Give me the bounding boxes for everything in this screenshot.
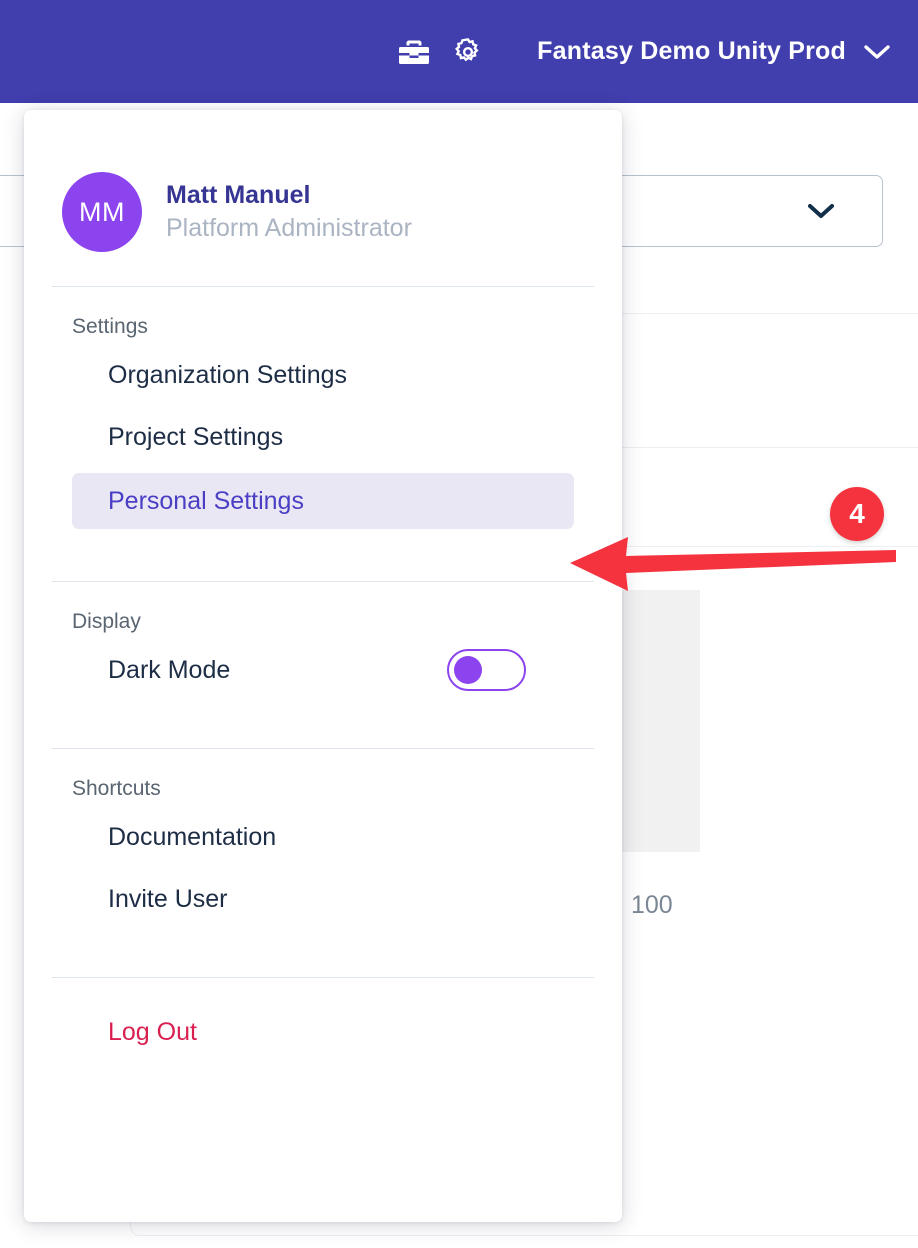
project-name[interactable]: Fantasy Demo Unity Prod [537,37,846,66]
step-number-badge: 4 [830,487,884,541]
gauge-max-tick-label: 100 [631,891,673,919]
profile-header[interactable]: MM Matt Manuel Platform Administrator [24,110,622,252]
gear-icon[interactable] [441,25,495,79]
menu-item-log-out[interactable]: Log Out [48,1006,598,1058]
app-root: All 100 formance ofower [0,0,918,1248]
dark-mode-row[interactable]: Dark Mode [48,644,598,696]
settings-section-label: Settings [72,315,148,338]
display-section-label: Display [72,610,141,633]
chevron-down-icon[interactable] [864,44,890,60]
toggle-knob [454,656,482,684]
chevron-down-icon[interactable] [808,203,834,219]
menu-item-documentation[interactable]: Documentation [48,811,598,863]
menu-item-organization-settings[interactable]: Organization Settings [48,349,598,401]
toolbox-icon[interactable] [387,25,441,79]
avatar: MM [62,172,142,252]
dark-mode-toggle[interactable] [447,649,526,691]
shortcuts-section-label: Shortcuts [72,777,161,800]
menu-item-personal-settings[interactable]: Personal Settings [72,473,574,529]
user-menu-dropdown: MM Matt Manuel Platform Administrator Se… [24,110,622,1222]
menu-item-invite-user[interactable]: Invite User [48,873,598,925]
dark-mode-label: Dark Mode [108,655,231,684]
app-header: Fantasy Demo Unity Prod [0,0,918,103]
profile-name: Matt Manuel [166,181,311,209]
profile-role: Platform Administrator [166,214,412,242]
profile-text: Matt Manuel Platform Administrator [166,181,412,243]
menu-item-project-settings[interactable]: Project Settings [48,411,598,463]
